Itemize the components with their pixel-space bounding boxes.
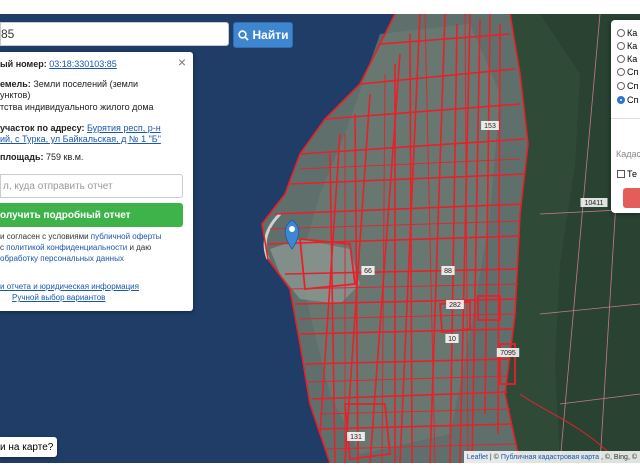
permitted-use: тства индивидуального жилого дома (0, 102, 154, 112)
layer-option-label: Ка (627, 54, 638, 64)
leaflet-link[interactable]: Leaflet (467, 454, 488, 461)
search-input[interactable] (0, 22, 229, 46)
cadastre-source-link[interactable]: Публичная кадастровая карта (501, 454, 599, 461)
parcel-label: 153 (481, 121, 499, 130)
parcel-label: 131 (347, 432, 365, 441)
find-on-map-box[interactable]: и на карте? (0, 437, 57, 457)
parcel-label: 10411 (580, 198, 608, 207)
personal-data-link[interactable]: обработку персональных данных (0, 254, 124, 263)
svg-text:131: 131 (350, 434, 362, 441)
layer-action-button[interactable] (623, 188, 640, 208)
address-link-1[interactable]: Бурятия респ, р-н (87, 123, 161, 133)
report-info-link[interactable]: и отчета и юридическая информация (0, 282, 139, 291)
area-row: площадь: 759 кв.м. (0, 152, 83, 163)
search-icon (237, 29, 249, 41)
address-label: участок по адресу: (0, 123, 87, 133)
map-attribution: Leaflet | © Публичная кадастровая карта … (463, 451, 640, 463)
category-value: Земли поселений (земли (33, 79, 139, 89)
layer-option-label: Сп (627, 67, 639, 77)
manual-select-link[interactable]: Ручной выбор вариантов (12, 293, 105, 302)
attribution-sep: | © (489, 453, 499, 461)
parcel-label: 7095 (496, 348, 520, 357)
address-link-2[interactable]: ий, с Турка, ул Байкальская, д № 1 "Б" (0, 134, 161, 144)
attribution-rest: , ©, Bing, © (601, 453, 637, 461)
radio-icon[interactable] (617, 68, 625, 76)
search-button-label: Найти (252, 28, 289, 42)
layer-option-label: Сп (627, 95, 639, 105)
radio-icon[interactable] (617, 82, 625, 90)
email-input[interactable]: л, куда отправить отчет (0, 174, 183, 198)
area-label: площадь: (0, 152, 46, 162)
layer-panel: Кадас Те Ка Ка Ка Сп Сп Сп (611, 20, 640, 213)
layer-option[interactable]: Ка (617, 28, 637, 38)
layer-option[interactable]: Сп (617, 67, 638, 77)
layer-option[interactable]: Ка (617, 54, 637, 64)
layer-option-label: Ка (627, 41, 638, 51)
parcel-label: 66 (361, 266, 375, 275)
svg-text:153: 153 (484, 123, 496, 130)
svg-text:10: 10 (448, 336, 456, 343)
category-row: емель: Земли поселений (земли (0, 79, 138, 90)
cadastral-number-row: ый номер: 03:18:330103:85 (0, 59, 117, 70)
get-report-label: олучить подробный отчет (0, 209, 131, 221)
parcel-label: 10 (445, 334, 459, 343)
consent-line-2: с политикой конфиденциальности и даю (0, 242, 151, 253)
consent-line-3: обработку персональных данных (0, 253, 124, 264)
svg-text:282: 282 (449, 302, 461, 309)
find-on-map-label: и на карте? (0, 441, 54, 453)
cadastral-label: ый номер: (0, 59, 50, 69)
checkbox-label: Те (627, 169, 637, 179)
svg-text:88: 88 (444, 268, 452, 275)
more-info-row: и отчета и юридическая информация (0, 281, 139, 292)
area-value: 759 кв.м. (45, 152, 84, 162)
layer-separator (611, 118, 640, 119)
radio-icon[interactable] (617, 29, 625, 37)
close-icon[interactable]: × (178, 55, 186, 69)
parcel-info-panel: × ый номер: 03:18:330103:85 емель: Земли… (0, 52, 193, 311)
radio-icon[interactable] (617, 42, 625, 50)
consent-text-1: и согласен с условиями (0, 232, 91, 241)
search-button[interactable]: Найти (233, 22, 293, 48)
layer-option[interactable]: Ка (617, 41, 637, 51)
manual-row: Ручной выбор вариантов (12, 292, 105, 303)
svg-text:66: 66 (364, 268, 372, 275)
consent-line-1: и согласен с условиями публичной оферты (0, 231, 161, 242)
radio-selected-icon[interactable] (617, 96, 625, 104)
category-row-2: унктов) (0, 90, 31, 100)
email-placeholder: л, куда отправить отчет (3, 180, 113, 192)
parcel-label: 88 (441, 266, 455, 275)
cadastre-label-text: Кадас (616, 149, 640, 159)
layer-option-label: Ка (627, 28, 638, 38)
layer-checkbox[interactable]: Те (617, 169, 637, 179)
radio-icon[interactable] (617, 55, 625, 63)
layer-option[interactable]: Сп (617, 81, 638, 91)
consent-text-3: и даю (127, 243, 152, 252)
cadastre-layer-label: Кадас (616, 149, 640, 159)
privacy-link[interactable]: политикой конфиденциальности (6, 243, 127, 252)
parcel-label: 282 (446, 300, 464, 309)
offer-link[interactable]: публичной оферты (91, 232, 162, 241)
address-row: участок по адресу: Бурятия респ, р-н (0, 123, 161, 134)
cadastral-number-link[interactable]: 03:18:330103:85 (49, 59, 117, 69)
category-label: емель: (0, 79, 34, 89)
layer-option-label: Сп (627, 81, 639, 91)
svg-text:10411: 10411 (585, 200, 604, 207)
svg-text:7095: 7095 (500, 350, 516, 357)
checkbox-icon[interactable] (617, 170, 625, 178)
address-row-2: ий, с Турка, ул Байкальская, д № 1 "Б" (0, 134, 161, 145)
get-report-button[interactable]: олучить подробный отчет (0, 203, 183, 227)
layer-option[interactable]: Сп (617, 95, 638, 105)
